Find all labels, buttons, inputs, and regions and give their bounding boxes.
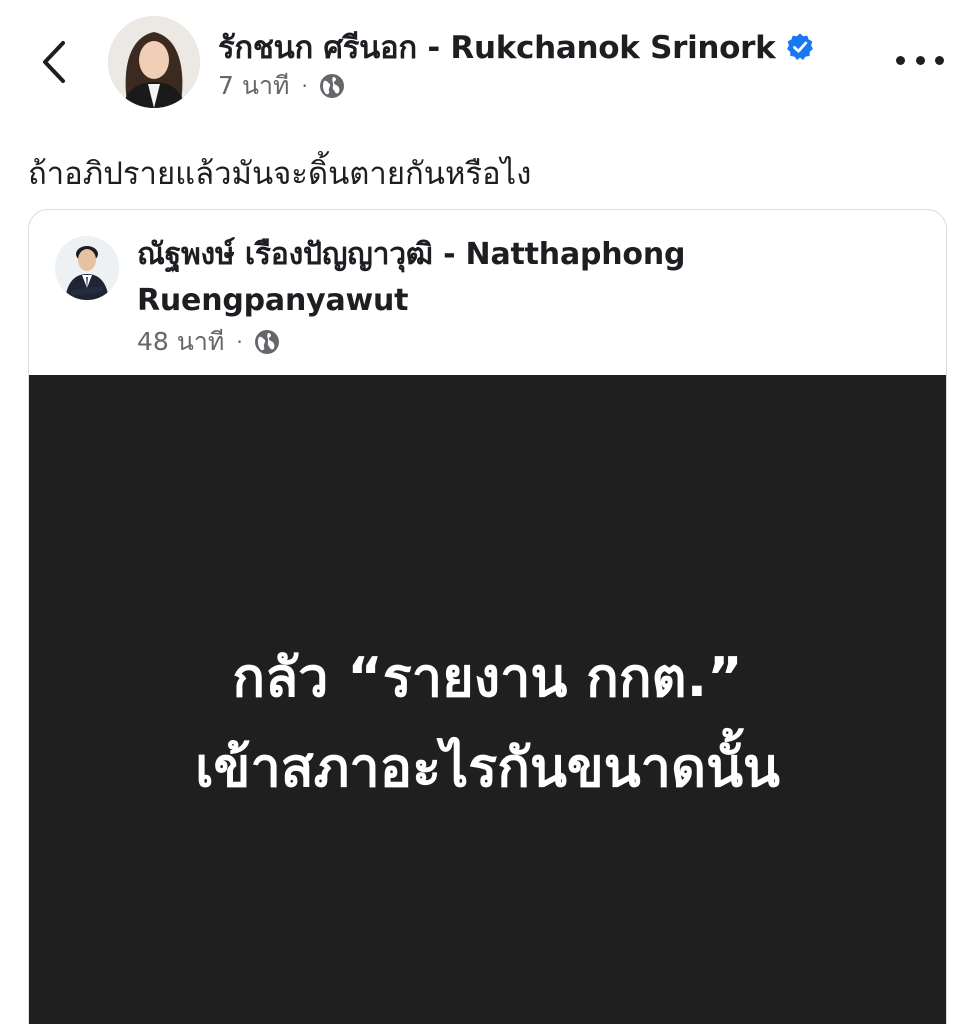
shared-author-name[interactable]: ณัฐพงษ์ เรืองปัญญาวุฒิ - Natthaphong Rue… [137, 232, 757, 324]
shared-post-meta: 48 นาที · [137, 322, 281, 362]
image-caption-line-1: กลัว “รายงาน กกต.” [232, 646, 743, 709]
meta-separator: · [236, 330, 243, 354]
globe-icon [319, 74, 344, 98]
more-options-button[interactable] [896, 40, 944, 80]
verified-badge-icon [787, 33, 814, 60]
back-button[interactable] [28, 32, 80, 92]
chevron-left-icon [43, 41, 65, 83]
author-name-text[interactable]: รักชนก ศรีนอก - Rukchanok Srinork [218, 22, 776, 72]
more-horizontal-icon [896, 55, 905, 65]
image-caption-line-2: เข้าสภาอะไรกันขนาดนั้น [195, 736, 780, 799]
post-time[interactable]: 7 นาที [218, 66, 289, 106]
post-text: ถ้าอภิปรายแล้วมันจะดิ้นตายกันหรือไง [28, 156, 532, 192]
author-avatar[interactable] [108, 16, 200, 108]
image-caption: กลัว “รายงาน กกต.” เข้าสภาอะไรกันขนาดนั้… [29, 633, 946, 813]
shared-author-avatar[interactable] [55, 236, 119, 300]
shared-post-card[interactable]: ณัฐพงษ์ เรืองปัญญาวุฒิ - Natthaphong Rue… [28, 209, 947, 1024]
more-horizontal-icon-dot [915, 55, 925, 65]
shared-post-image[interactable]: กลัว “รายงาน กกต.” เข้าสภาอะไรกันขนาดนั้… [29, 375, 946, 1024]
shared-post-time[interactable]: 48 นาที [137, 322, 224, 362]
meta-separator: · [301, 74, 308, 98]
more-horizontal-icon-dot [935, 55, 944, 65]
post-meta: 7 นาที · [218, 66, 346, 106]
post-view: รักชนก ศรีนอก - Rukchanok Srinork 7 นาที… [0, 0, 974, 1024]
globe-icon [254, 330, 279, 354]
author-name[interactable]: รักชนก ศรีนอก - Rukchanok Srinork [218, 22, 815, 72]
